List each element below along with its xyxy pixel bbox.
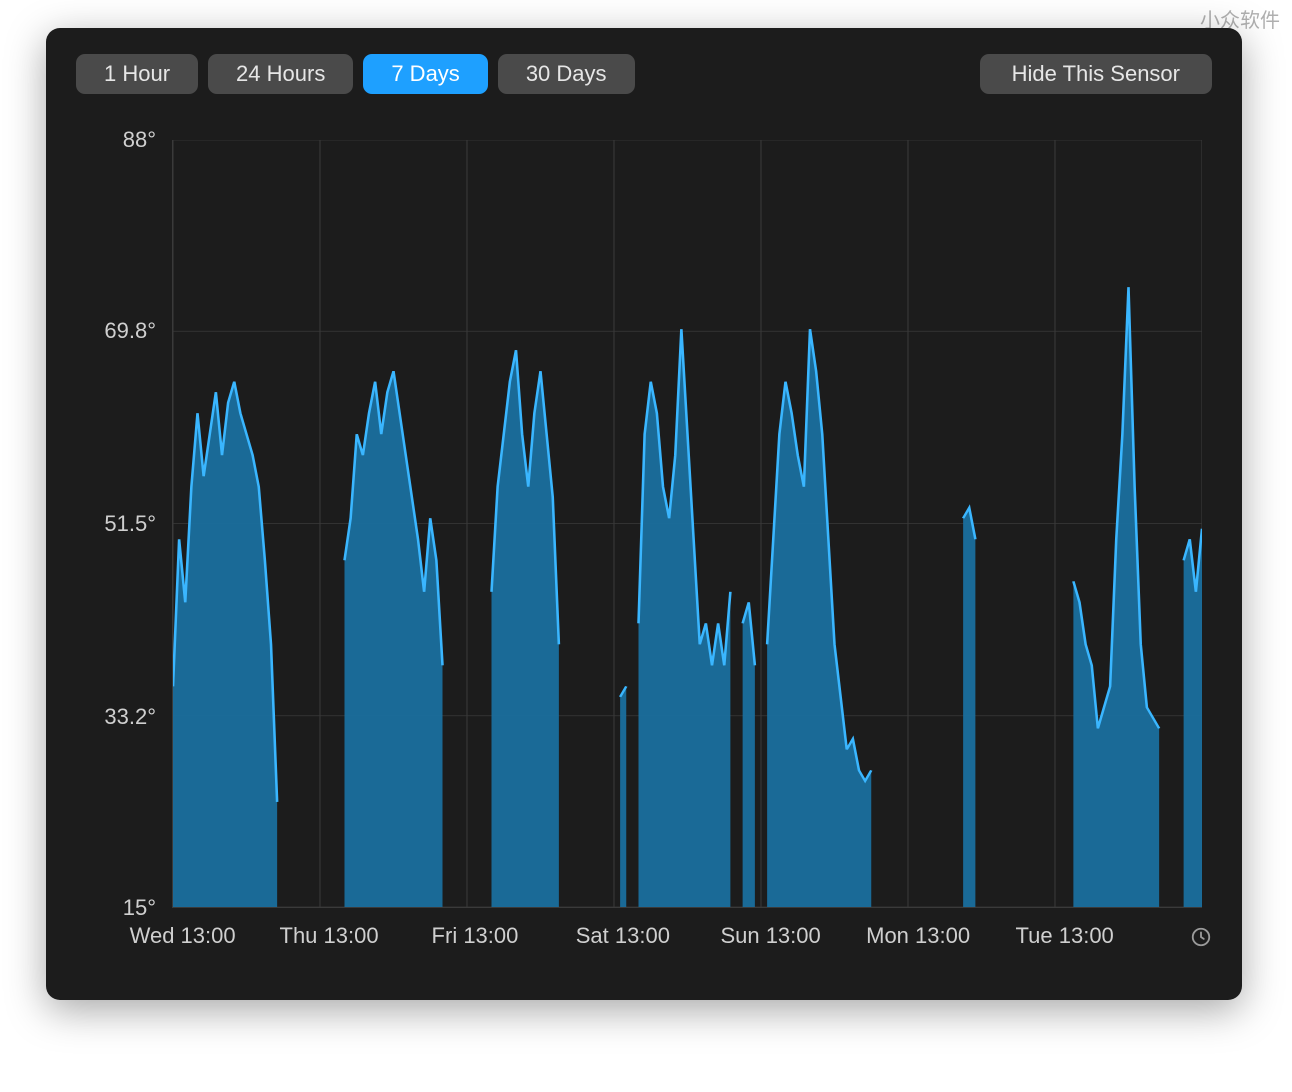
y-axis: 15° 33.2° 51.5° 69.8° 88°	[76, 118, 166, 920]
y-tick-label: 15°	[123, 895, 156, 921]
time-range-toolbar: 1 Hour 24 Hours 7 Days 30 Days Hide This…	[46, 28, 1242, 94]
sensor-chart-panel: 1 Hour 24 Hours 7 Days 30 Days Hide This…	[46, 28, 1242, 1000]
plot-region	[172, 140, 1202, 908]
y-tick-label: 88°	[123, 127, 156, 153]
x-axis: Wed 13:00Thu 13:00Fri 13:00Sat 13:00Sun …	[172, 915, 1202, 970]
y-tick-label: 69.8°	[104, 318, 156, 344]
x-tick-label: Fri 13:00	[432, 923, 519, 949]
x-tick-label: Sat 13:00	[576, 923, 670, 949]
x-tick-label: Mon 13:00	[866, 923, 970, 949]
y-tick-label: 51.5°	[104, 511, 156, 537]
hide-sensor-button[interactable]: Hide This Sensor	[980, 54, 1212, 94]
x-tick-label: Tue 13:00	[1016, 923, 1114, 949]
y-tick-label: 33.2°	[104, 704, 156, 730]
x-tick-label: Sun 13:00	[720, 923, 820, 949]
chart-series	[173, 140, 1202, 907]
range-30-days-button[interactable]: 30 Days	[498, 54, 635, 94]
chart-area: 15° 33.2° 51.5° 69.8° 88° Wed 13:00 Thu 13:00…	[76, 118, 1212, 970]
range-24-hours-button[interactable]: 24 Hours	[208, 54, 353, 94]
range-7-days-button[interactable]: 7 Days	[363, 54, 487, 94]
x-tick-label: Thu 13:00	[280, 923, 379, 949]
range-1-hour-button[interactable]: 1 Hour	[76, 54, 198, 94]
x-tick-label: Wed 13:00	[130, 923, 236, 949]
clock-icon	[1190, 926, 1212, 948]
